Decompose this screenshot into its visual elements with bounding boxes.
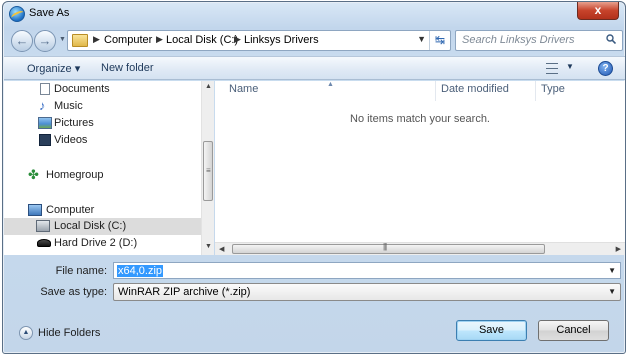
view-list-icon: [546, 63, 558, 74]
sidebar-item-music[interactable]: ♪ Music: [4, 98, 201, 115]
music-icon: ♪: [39, 98, 46, 113]
file-name-value[interactable]: x64,0.zip: [117, 265, 164, 277]
chevron-down-icon[interactable]: ▼: [608, 266, 616, 275]
hide-folders-label: Hide Folders: [38, 327, 101, 339]
file-name-label: File name:: [55, 265, 107, 277]
column-header-type[interactable]: Type: [541, 83, 565, 95]
scroll-down-icon[interactable]: ▼: [205, 243, 212, 250]
scroll-right-icon[interactable]: ▶: [616, 245, 621, 253]
search-input[interactable]: [462, 34, 602, 46]
column-header-date-modified[interactable]: Date modified: [441, 83, 509, 95]
breadcrumb-linksys-drivers[interactable]: Linksys Drivers: [244, 34, 319, 46]
empty-results-message: No items match your search.: [350, 113, 490, 125]
close-button[interactable]: x: [577, 2, 619, 20]
new-folder-button[interactable]: New folder: [101, 62, 154, 74]
column-divider[interactable]: [435, 81, 436, 101]
folder-icon: [72, 34, 88, 47]
search-box[interactable]: [455, 30, 623, 51]
breadcrumb-separator-icon[interactable]: ▶: [93, 34, 100, 45]
scroll-left-icon[interactable]: ◀: [219, 245, 224, 253]
scrollbar-thumb[interactable]: |||: [232, 242, 545, 254]
refresh-button[interactable]: ↹: [429, 31, 450, 50]
chevron-down-icon: ▼: [566, 62, 574, 71]
sidebar-item-label: Pictures: [54, 117, 94, 129]
file-list-horizontal-scrollbar[interactable]: ◀ ||| ▶: [215, 242, 625, 255]
sidebar-item-documents[interactable]: Documents: [4, 81, 201, 98]
save-button[interactable]: Save: [456, 320, 527, 341]
collapse-up-icon: ▲: [19, 326, 33, 340]
save-as-type-value: WinRAR ZIP archive (*.zip): [118, 286, 251, 298]
sidebar-item-hard-drive-2[interactable]: Hard Drive 2 (D:): [4, 235, 201, 252]
forward-arrow-icon: →: [38, 33, 52, 48]
scroll-up-icon[interactable]: ▲: [205, 83, 212, 90]
videos-icon: [39, 134, 51, 146]
address-bar[interactable]: ▶ Computer ▶ Local Disk (C:) ▶ Linksys D…: [67, 30, 451, 51]
sidebar-item-pictures[interactable]: Pictures: [4, 115, 201, 132]
command-bar: Organize ▾ New folder ▼ ?: [4, 56, 625, 80]
back-button[interactable]: ←: [11, 30, 33, 52]
sidebar-item-label: Hard Drive 2 (D:): [54, 237, 138, 249]
address-history-dropdown-icon[interactable]: ▼: [417, 34, 426, 44]
breadcrumb-separator-icon[interactable]: ▶: [156, 34, 163, 45]
cancel-button[interactable]: Cancel: [538, 320, 609, 341]
forward-button[interactable]: →: [34, 30, 56, 52]
chevron-down-icon[interactable]: ▼: [608, 287, 616, 296]
sidebar-item-label: Homegroup: [46, 169, 104, 181]
change-view-button[interactable]: ▼: [546, 61, 578, 77]
organize-button[interactable]: Organize ▾: [27, 62, 80, 75]
sidebar-item-local-disk[interactable]: Local Disk (C:): [4, 218, 201, 235]
recent-pages-dropdown-icon[interactable]: ▼: [59, 36, 66, 43]
save-as-type-label: Save as type:: [40, 286, 107, 298]
title-bar: Save As x: [3, 2, 625, 26]
file-name-field[interactable]: x64,0.zip ▼: [113, 262, 621, 279]
breadcrumb-local-disk[interactable]: Local Disk (C:): [166, 34, 238, 46]
column-header-name[interactable]: Name: [229, 83, 258, 95]
navigation-pane-scrollbar[interactable]: ▲ ≡ ▼: [201, 81, 214, 255]
help-icon[interactable]: ?: [598, 61, 613, 76]
breadcrumb-separator-icon[interactable]: ▶: [234, 34, 241, 45]
homegroup-icon: ✤: [28, 167, 39, 182]
local-disk-icon: [36, 220, 50, 232]
document-icon: [40, 83, 50, 95]
save-as-type-select[interactable]: WinRAR ZIP archive (*.zip) ▼: [113, 283, 621, 301]
back-arrow-icon: ←: [15, 33, 29, 48]
sidebar-item-label: Local Disk (C:): [54, 220, 127, 232]
sidebar-item-label: Computer: [46, 204, 95, 216]
save-as-dialog: Save As x ← → ▼ ▶ Computer ▶ Local Disk …: [2, 1, 626, 354]
sort-ascending-icon: ▲: [327, 81, 334, 88]
navigation-pane: Documents ♪ Music Pictures Videos ✤ Home…: [4, 81, 214, 255]
hard-drive-icon: [37, 239, 51, 247]
grip-icon: |||: [383, 242, 387, 251]
refresh-icon: ↹: [434, 33, 446, 47]
scrollbar-thumb[interactable]: ≡: [203, 141, 213, 201]
breadcrumb-computer[interactable]: Computer: [104, 34, 152, 46]
pictures-icon: [38, 117, 52, 129]
sidebar-item-label: Documents: [54, 83, 110, 95]
sidebar-item-homegroup[interactable]: ✤ Homegroup: [4, 167, 201, 184]
column-divider[interactable]: [535, 81, 536, 101]
grip-icon: ≡: [206, 166, 211, 175]
sidebar-item-label: Videos: [54, 134, 88, 146]
computer-icon: [28, 204, 42, 216]
window-title: Save As: [29, 7, 70, 19]
sidebar-item-label: Music: [54, 100, 83, 112]
sidebar-item-computer[interactable]: Computer: [4, 202, 201, 219]
sidebar-item-videos[interactable]: Videos: [4, 132, 201, 149]
internet-explorer-icon: [9, 6, 25, 22]
file-list[interactable]: ▲ Name Date modified Type No items match…: [215, 81, 625, 255]
search-icon[interactable]: [606, 34, 616, 44]
